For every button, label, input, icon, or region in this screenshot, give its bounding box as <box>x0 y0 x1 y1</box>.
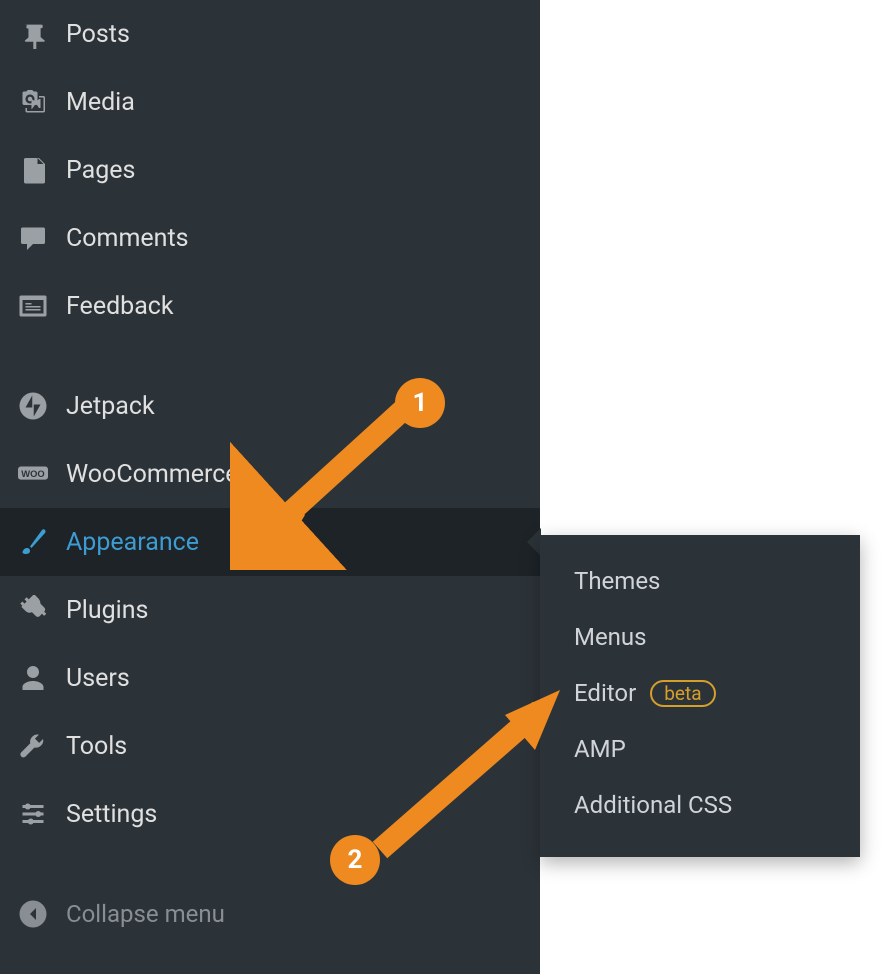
sidebar-item-label: Appearance <box>66 528 199 557</box>
brush-icon <box>18 527 66 557</box>
menu-separator <box>0 340 540 372</box>
collapse-icon <box>18 899 66 929</box>
sliders-icon <box>18 799 66 829</box>
submenu-item-additional-css[interactable]: Additional CSS <box>540 777 860 833</box>
sidebar-item-feedback[interactable]: Feedback <box>0 272 540 340</box>
sidebar-item-jetpack[interactable]: Jetpack <box>0 372 540 440</box>
plug-icon <box>18 595 66 625</box>
sidebar-item-label: Posts <box>66 20 130 49</box>
submenu-item-label: Menus <box>574 623 647 651</box>
sidebar-item-label: WooCommerce <box>66 460 239 489</box>
sidebar-item-plugins[interactable]: Plugins <box>0 576 540 644</box>
submenu-item-amp[interactable]: AMP <box>540 721 860 777</box>
appearance-submenu: Themes Menus Editor beta AMP Additional … <box>540 535 860 857</box>
svg-text:WOO: WOO <box>21 469 44 479</box>
annotation-marker-1: 1 <box>395 378 445 428</box>
sidebar-item-label: Plugins <box>66 596 148 625</box>
sidebar-item-label: Settings <box>66 800 157 829</box>
comment-icon <box>18 223 66 253</box>
submenu-item-menus[interactable]: Menus <box>540 609 860 665</box>
admin-sidebar: Posts Media Pages Comments Feedback Jetp… <box>0 0 540 974</box>
submenu-item-themes[interactable]: Themes <box>540 553 860 609</box>
sidebar-item-label: Media <box>66 88 135 117</box>
sidebar-item-comments[interactable]: Comments <box>0 204 540 272</box>
wrench-icon <box>18 731 66 761</box>
sidebar-item-label: Pages <box>66 156 135 185</box>
woocommerce-icon: WOO <box>18 459 66 489</box>
media-icon <box>18 87 66 117</box>
pages-icon <box>18 155 66 185</box>
jetpack-icon <box>18 391 66 421</box>
submenu-item-label: Editor <box>574 679 636 707</box>
sidebar-item-label: Jetpack <box>66 392 155 421</box>
collapse-label: Collapse menu <box>66 900 225 928</box>
sidebar-item-media[interactable]: Media <box>0 68 540 136</box>
sidebar-item-pages[interactable]: Pages <box>0 136 540 204</box>
collapse-menu-button[interactable]: Collapse menu <box>0 880 540 948</box>
feedback-icon <box>18 291 66 321</box>
sidebar-item-label: Comments <box>66 224 189 253</box>
annotation-marker-2: 2 <box>330 835 380 885</box>
sidebar-item-woocommerce[interactable]: WOO WooCommerce <box>0 440 540 508</box>
pin-icon <box>18 19 66 49</box>
submenu-item-label: AMP <box>574 735 626 763</box>
submenu-item-label: Themes <box>574 567 660 595</box>
sidebar-item-settings[interactable]: Settings <box>0 780 540 848</box>
sidebar-item-label: Feedback <box>66 292 174 321</box>
sidebar-item-appearance[interactable]: Appearance <box>0 508 540 576</box>
user-icon <box>18 663 66 693</box>
sidebar-item-label: Users <box>66 664 130 693</box>
menu-separator <box>0 848 540 880</box>
sidebar-item-tools[interactable]: Tools <box>0 712 540 780</box>
beta-badge: beta <box>650 680 715 707</box>
sidebar-item-users[interactable]: Users <box>0 644 540 712</box>
sidebar-item-label: Tools <box>66 732 127 761</box>
submenu-item-editor[interactable]: Editor beta <box>540 665 860 721</box>
submenu-item-label: Additional CSS <box>574 791 732 819</box>
sidebar-item-posts[interactable]: Posts <box>0 0 540 68</box>
